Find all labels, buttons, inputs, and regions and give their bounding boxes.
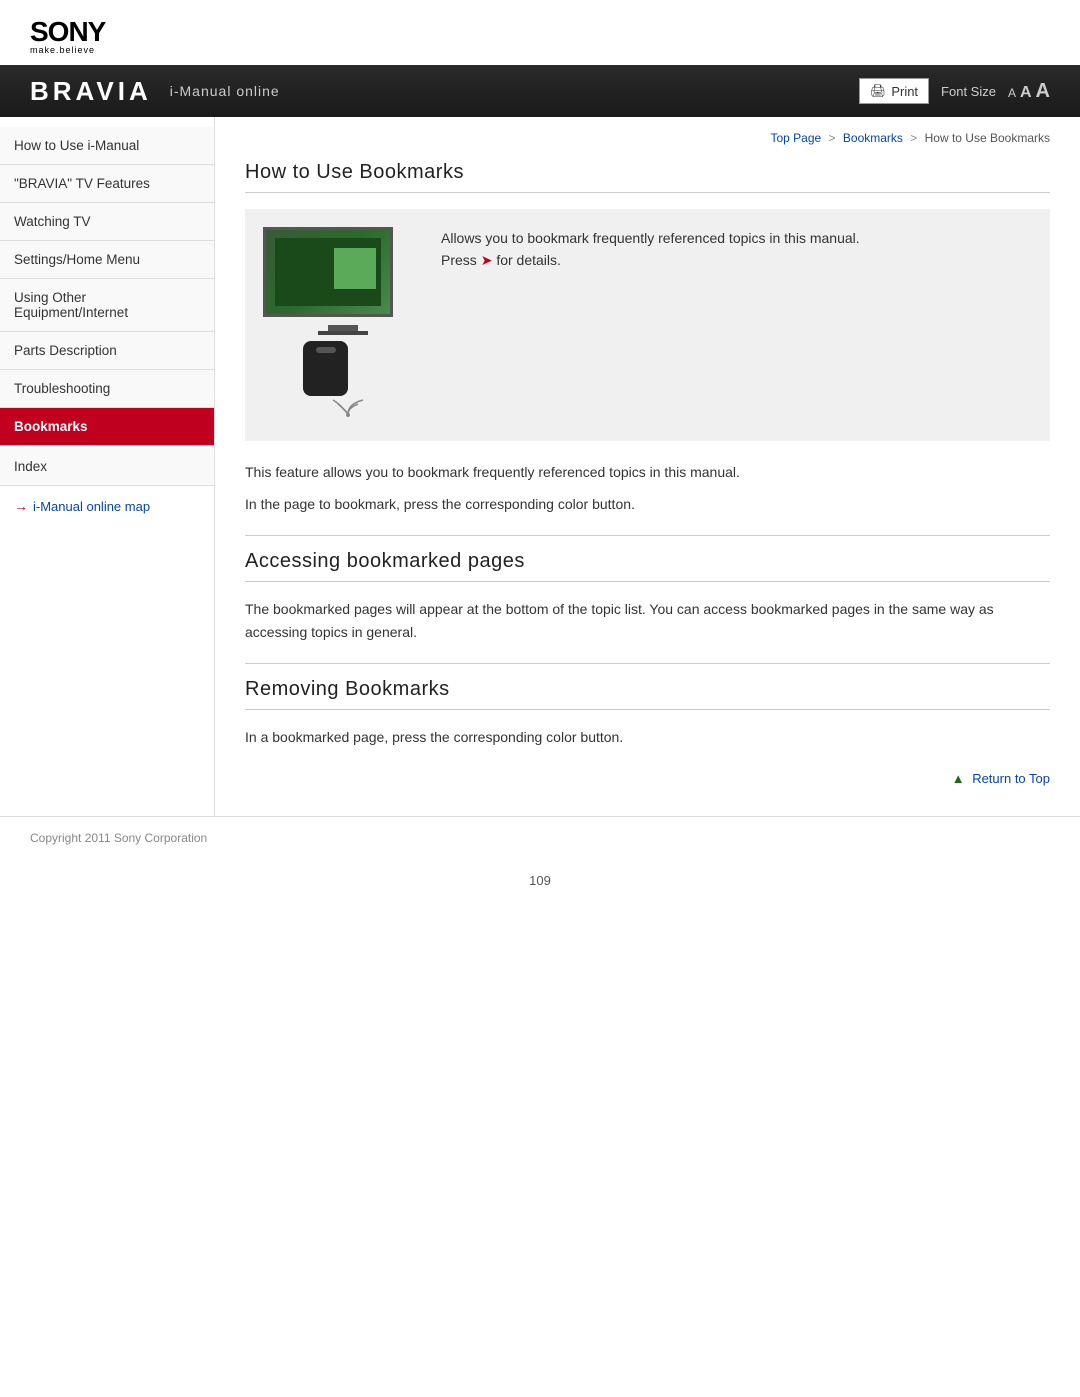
breadcrumb-sep1: > [829,131,836,145]
top-bar: BRAVIA i-Manual online 🖨 Print Font Size… [0,65,1080,117]
feature-image [263,227,423,423]
feature-box: Allows you to bookmark frequently refere… [245,209,1050,441]
page-number: 109 [0,859,1080,908]
sony-text: SONY [30,18,1050,46]
sidebar-item-using-other-equipment[interactable]: Using Other Equipment/Internet [0,279,214,332]
section-divider-3 [245,663,1050,664]
sidebar-item-troubleshooting[interactable]: Troubleshooting [0,370,214,408]
sidebar-item-parts-description[interactable]: Parts Description [0,332,214,370]
section3-title: Removing Bookmarks [245,678,1050,710]
press-arrow-icon: ➤ [481,249,493,271]
logo-area: SONY make.believe [0,0,1080,65]
remote-button [316,347,336,353]
tv-screen [266,230,390,314]
sidebar-map-link[interactable]: → i-Manual online map [0,486,214,526]
wifi-arcs-icon [273,396,423,423]
breadcrumb-top-page[interactable]: Top Page [770,131,821,145]
tv-screen-inner [275,238,380,305]
tv-illustration [263,227,393,317]
breadcrumb: Top Page > Bookmarks > How to Use Bookma… [245,125,1050,145]
sidebar-item-bookmarks[interactable]: Bookmarks [0,408,214,446]
content-area: Top Page > Bookmarks > How to Use Bookma… [215,117,1080,816]
font-size-large-button[interactable]: A [1036,80,1050,103]
sidebar-item-watching-tv[interactable]: Watching TV [0,203,214,241]
wifi-arcs-svg [328,396,368,418]
sidebar: How to Use i-Manual "BRAVIA" TV Features… [0,117,215,816]
feature-text-press: Press ➤ for details. [441,249,1032,271]
main-section-title: How to Use Bookmarks [245,161,1050,193]
sidebar-item-index[interactable]: Index [0,448,214,486]
section-divider-2 [245,535,1050,536]
font-size-small-button[interactable]: A [1008,86,1016,100]
section3-body: In a bookmarked page, press the correspo… [245,726,1050,750]
sidebar-item-bravia-tv-features[interactable]: "BRAVIA" TV Features [0,165,214,203]
body-text-2: In the page to bookmark, press the corre… [245,493,1050,517]
section2-body: The bookmarked pages will appear at the … [245,598,1050,646]
remote-illustration [303,341,348,396]
return-to-top-label: Return to Top [972,771,1050,786]
print-button[interactable]: 🖨 Print [859,78,929,104]
top-bar-actions: 🖨 Print Font Size A A A [859,78,1050,104]
breadcrumb-bookmarks[interactable]: Bookmarks [843,131,903,145]
remote-area [263,341,423,423]
sidebar-map-label: i-Manual online map [33,499,150,514]
print-icon: 🖨 [870,83,887,99]
return-to-top: ▲ Return to Top [245,770,1050,786]
bravia-subtitle: i-Manual online [170,83,280,99]
tv-base [318,331,368,335]
copyright-text: Copyright 2011 Sony Corporation [30,831,207,845]
main-layout: How to Use i-Manual "BRAVIA" TV Features… [0,117,1080,816]
section2-title: Accessing bookmarked pages [245,550,1050,582]
arrow-right-icon: → [14,498,28,514]
breadcrumb-current: How to Use Bookmarks [925,131,1050,145]
sony-logo: SONY make.believe [30,18,1050,55]
bravia-logo: BRAVIA [30,76,152,107]
page-footer: Copyright 2011 Sony Corporation [0,816,1080,859]
feature-description: Allows you to bookmark frequently refere… [441,227,1032,272]
breadcrumb-sep2: > [910,131,917,145]
font-size-label: Font Size [941,84,996,99]
feature-text-1: Allows you to bookmark frequently refere… [441,227,1032,249]
sidebar-item-settings-home-menu[interactable]: Settings/Home Menu [0,241,214,279]
body-text-1: This feature allows you to bookmark freq… [245,461,1050,485]
print-label: Print [891,84,918,99]
make-believe-tagline: make.believe [30,46,1050,55]
return-arrow-icon: ▲ [952,771,965,786]
return-to-top-link[interactable]: ▲ Return to Top [952,771,1050,786]
sidebar-item-how-to-use[interactable]: How to Use i-Manual [0,127,214,165]
bravia-title: BRAVIA i-Manual online [30,76,280,107]
font-size-medium-button[interactable]: A [1020,84,1032,102]
font-size-options: A A A [1008,80,1050,103]
